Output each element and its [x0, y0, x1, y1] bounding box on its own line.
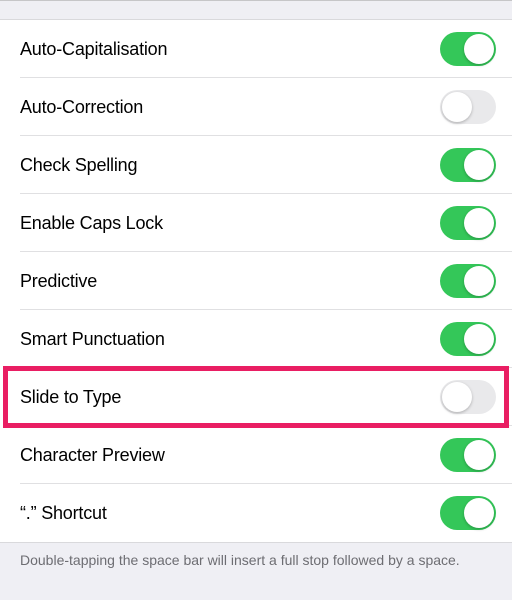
setting-label-enable-caps-lock: Enable Caps Lock	[20, 213, 163, 234]
toggle-character-preview[interactable]	[440, 438, 496, 472]
toggle-auto-capitalisation[interactable]	[440, 32, 496, 66]
toggle-knob	[464, 440, 494, 470]
setting-row-enable-caps-lock: Enable Caps Lock	[0, 194, 512, 252]
toggle-knob	[464, 266, 494, 296]
toggle-knob	[464, 150, 494, 180]
setting-label-auto-capitalisation: Auto-Capitalisation	[20, 39, 167, 60]
toggle-check-spelling[interactable]	[440, 148, 496, 182]
toggle-slide-to-type[interactable]	[440, 380, 496, 414]
footer-description: Double-tapping the space bar will insert…	[0, 543, 512, 584]
setting-label-check-spelling: Check Spelling	[20, 155, 137, 176]
toggle-knob	[442, 382, 472, 412]
setting-row-check-spelling: Check Spelling	[0, 136, 512, 194]
setting-label-predictive: Predictive	[20, 271, 97, 292]
setting-row-smart-punctuation: Smart Punctuation	[0, 310, 512, 368]
toggle-smart-punctuation[interactable]	[440, 322, 496, 356]
setting-row-auto-correction: Auto-Correction	[0, 78, 512, 136]
setting-row-auto-capitalisation: Auto-Capitalisation	[0, 20, 512, 78]
toggle-knob	[464, 498, 494, 528]
setting-row-character-preview: Character Preview	[0, 426, 512, 484]
toggle-knob	[464, 34, 494, 64]
setting-label-auto-correction: Auto-Correction	[20, 97, 143, 118]
top-divider	[0, 0, 512, 1]
toggle-enable-caps-lock[interactable]	[440, 206, 496, 240]
setting-label-character-preview: Character Preview	[20, 445, 165, 466]
setting-label-period-shortcut: “.” Shortcut	[20, 503, 107, 524]
setting-row-predictive: Predictive	[0, 252, 512, 310]
setting-label-smart-punctuation: Smart Punctuation	[20, 329, 165, 350]
setting-label-slide-to-type: Slide to Type	[20, 387, 121, 408]
toggle-predictive[interactable]	[440, 264, 496, 298]
setting-row-period-shortcut: “.” Shortcut	[0, 484, 512, 542]
toggle-knob	[442, 92, 472, 122]
setting-row-slide-to-type: Slide to Type	[0, 368, 512, 426]
toggle-auto-correction[interactable]	[440, 90, 496, 124]
toggle-knob	[464, 324, 494, 354]
toggle-knob	[464, 208, 494, 238]
toggle-period-shortcut[interactable]	[440, 496, 496, 530]
keyboard-settings-section: Auto-Capitalisation Auto-Correction Check …	[0, 19, 512, 543]
